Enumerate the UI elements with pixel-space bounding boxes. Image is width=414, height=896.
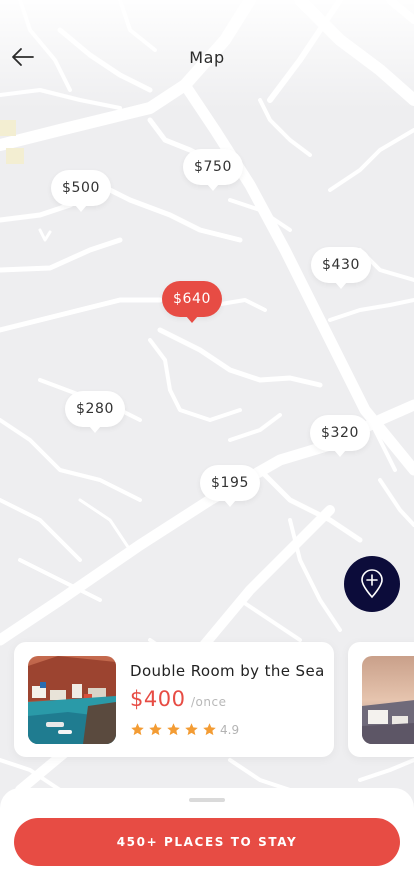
pin-tail	[89, 426, 102, 433]
listing-title: Double Room by the Sea	[130, 662, 325, 680]
price-pin[interactable]: $195	[200, 465, 261, 507]
star-icon	[203, 723, 216, 736]
listing-card[interactable]: Double Room by the Sea $400 /once 4.9	[14, 642, 334, 757]
places-to-stay-button[interactable]: 450+ PLACES TO STAY	[14, 818, 400, 866]
star-icon	[167, 723, 180, 736]
star-icon	[131, 723, 144, 736]
pin-tail	[335, 282, 348, 289]
price-pin[interactable]: $500	[51, 170, 112, 212]
listing-price-unit: /once	[191, 695, 227, 709]
price-pin-label: $280	[76, 401, 115, 417]
app-header: Map	[0, 36, 414, 80]
bottom-sheet: 450+ PLACES TO STAY	[0, 788, 414, 896]
pin-tail	[207, 184, 220, 191]
price-pin[interactable]: $430	[311, 247, 372, 289]
price-pin[interactable]: $320	[310, 415, 371, 457]
listing-photo	[28, 656, 116, 744]
page-title: Map	[189, 48, 225, 67]
price-pin-label: $640	[173, 291, 212, 307]
price-pin-label: $750	[194, 159, 233, 175]
price-pin[interactable]: $280	[65, 391, 126, 433]
listing-photo	[362, 656, 414, 744]
add-location-button[interactable]	[344, 556, 400, 612]
price-pin[interactable]: $750	[183, 149, 244, 191]
price-pin-label: $430	[322, 257, 361, 273]
price-pin-selected[interactable]: $640	[162, 281, 223, 323]
pin-tail	[186, 316, 199, 323]
pin-tail	[75, 205, 88, 212]
star-icon	[185, 723, 198, 736]
star-icon	[149, 723, 162, 736]
pin-tail	[224, 500, 237, 507]
location-pin-plus-icon	[361, 569, 383, 599]
star-rating	[130, 722, 220, 738]
pin-tail	[334, 450, 347, 457]
sheet-drag-handle[interactable]	[189, 798, 225, 802]
price-pin-label: $195	[211, 475, 250, 491]
price-pin-label: $320	[321, 425, 360, 441]
rating-value: 4.9	[220, 723, 240, 737]
price-pin-label: $500	[62, 180, 101, 196]
listing-card[interactable]	[348, 642, 414, 757]
listing-price: $400	[130, 687, 186, 711]
